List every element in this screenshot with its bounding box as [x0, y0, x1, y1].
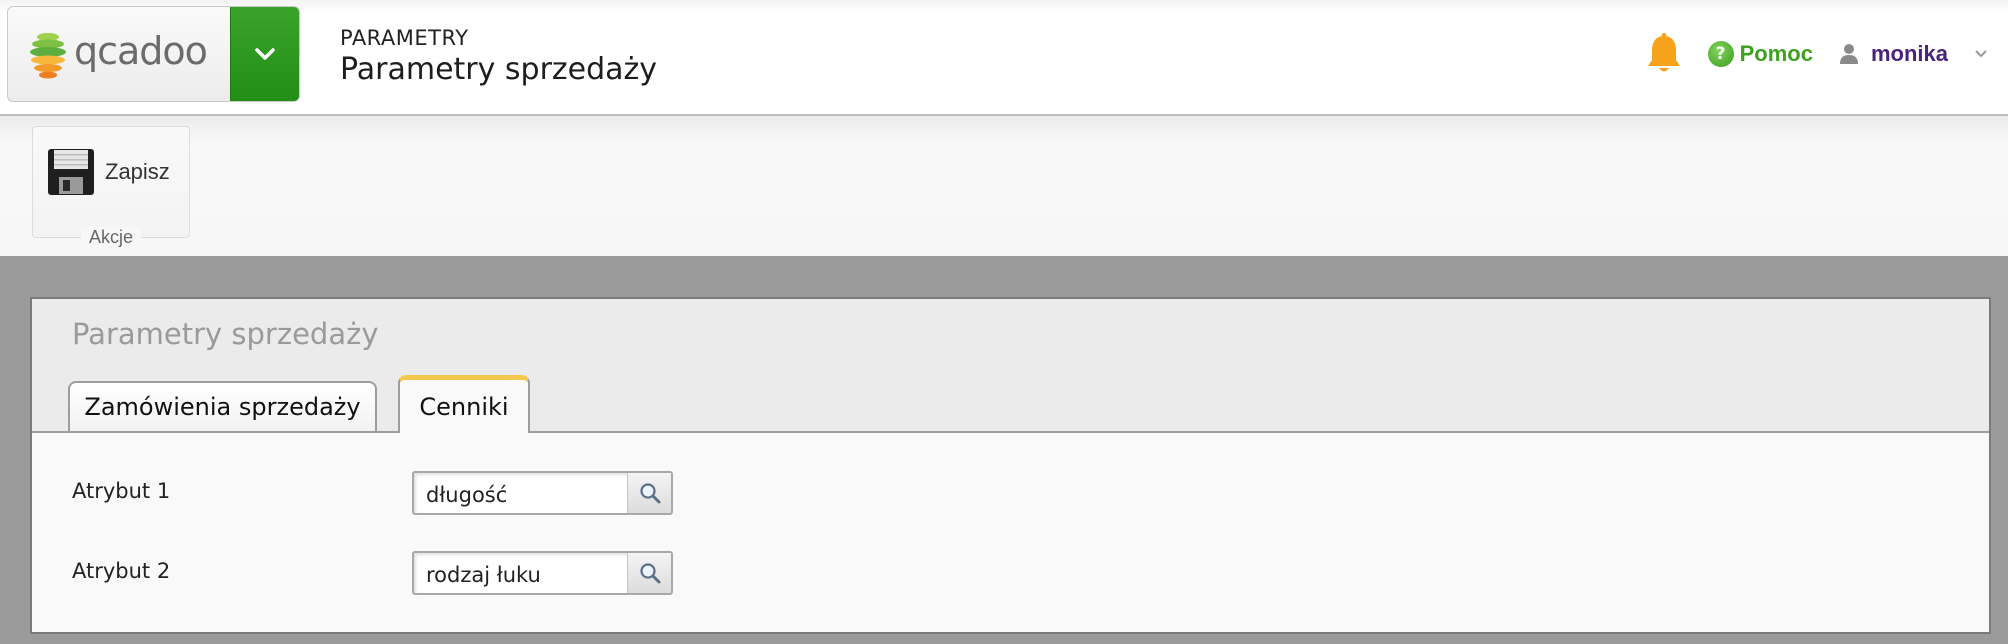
ribbon-group-label-text: Akcje	[80, 227, 141, 247]
attribute-1-lookup	[412, 471, 673, 515]
ribbon-toolbar: Zapisz Akcje	[0, 116, 2008, 256]
magnifier-icon	[639, 483, 660, 504]
chevron-down-icon[interactable]	[1974, 49, 1988, 59]
tab-sales-orders[interactable]: Zamówienia sprzedaży	[68, 381, 377, 431]
main-form-panel: Parametry sprzedaży Zamówienia sprzedaży…	[30, 297, 1991, 634]
form-row-attribute-1: Atrybut 1	[72, 471, 772, 515]
attribute-1-lookup-button[interactable]	[627, 473, 671, 513]
tab-price-lists[interactable]: Cenniki	[398, 375, 530, 433]
magnifier-icon	[639, 563, 660, 584]
header-actions: ? Pomoc monika	[1644, 32, 1988, 76]
form-row-attribute-2: Atrybut 2	[72, 551, 772, 595]
user-name: monika	[1870, 41, 1948, 66]
ribbon-group-label: Akcje	[33, 227, 189, 248]
ribbon-group-actions: Zapisz Akcje	[32, 126, 190, 247]
help-link[interactable]: ? Pomoc	[1707, 41, 1813, 67]
save-button[interactable]: Zapisz	[47, 147, 170, 197]
user-icon	[1839, 44, 1858, 64]
tab-content: Atrybut 1 Atrybut 2	[32, 431, 1989, 632]
home-logo-link[interactable]: qcadoo	[8, 7, 232, 101]
attribute-2-lookup	[412, 551, 673, 595]
chevron-down-icon	[255, 48, 275, 60]
page-title: Parametry sprzedaży	[340, 52, 658, 87]
bell-icon[interactable]	[1644, 32, 1684, 76]
logo-text: qcadoo	[74, 29, 208, 73]
page-heading: PARAMETRY Parametry sprzedaży	[340, 26, 657, 87]
panel-title: Parametry sprzedaży	[72, 317, 379, 351]
breadcrumb: PARAMETRY	[340, 26, 469, 50]
user-menu[interactable]: monika	[1839, 41, 1988, 67]
attribute-2-input[interactable]	[414, 553, 626, 593]
main-menu-toggle-button[interactable]	[230, 7, 299, 101]
logo-container: qcadoo	[7, 6, 300, 102]
help-circle-icon: ?	[1707, 41, 1734, 67]
help-label: Pomoc	[1739, 41, 1813, 66]
save-label: Zapisz	[105, 159, 170, 184]
field-label: Atrybut 1	[72, 479, 171, 503]
qcadoo-logo-icon	[30, 33, 66, 79]
top-header: qcadoo PARAMETRY Parametry sprzedaży ? P…	[0, 0, 2008, 116]
attribute-1-input[interactable]	[414, 473, 626, 513]
field-label: Atrybut 2	[72, 559, 171, 583]
attribute-2-lookup-button[interactable]	[627, 553, 671, 593]
floppy-disk-icon	[48, 149, 94, 195]
